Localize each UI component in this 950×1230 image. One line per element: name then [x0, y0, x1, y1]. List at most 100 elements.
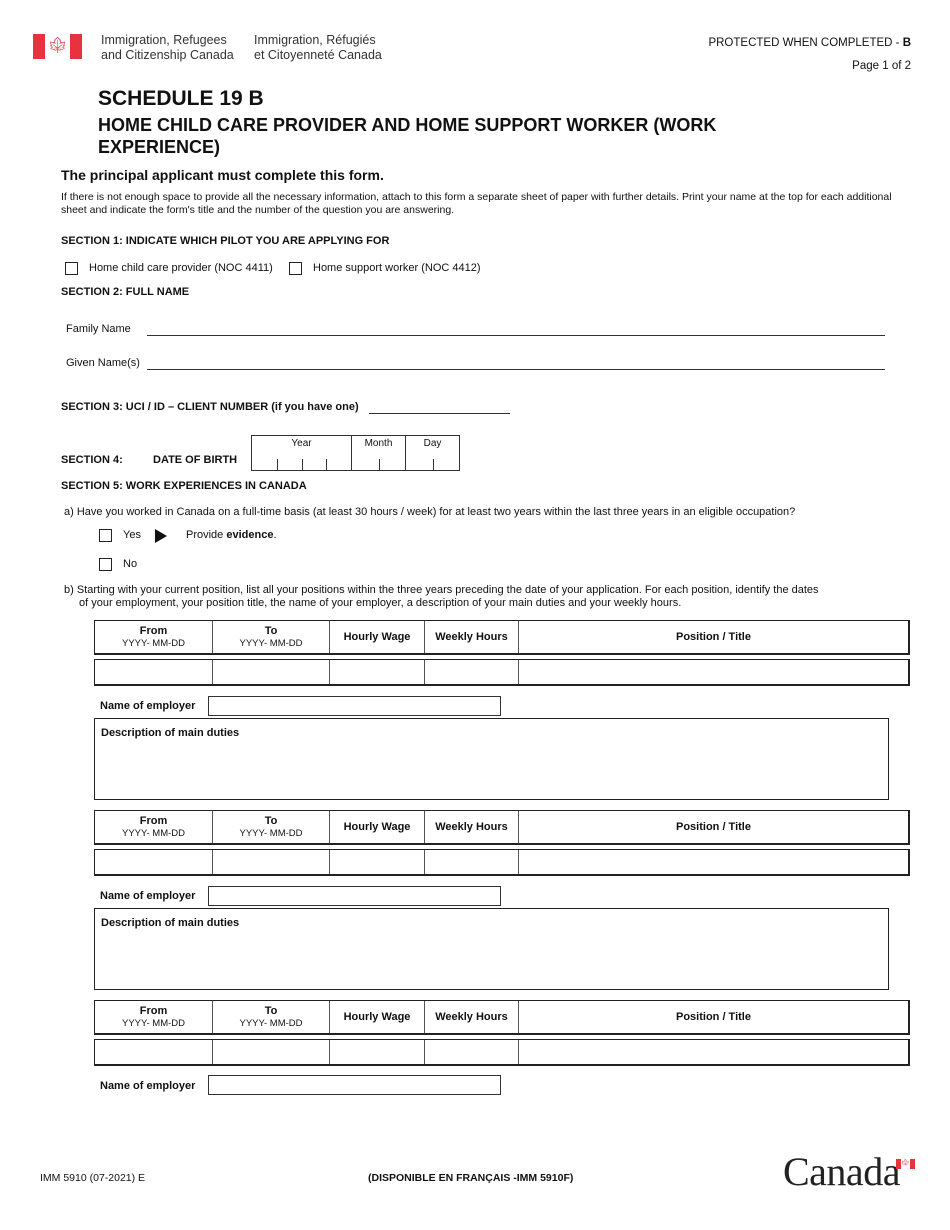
section1-heading: SECTION 1: INDICATE WHICH PILOT YOU ARE …: [61, 235, 390, 247]
family-name-underline: [147, 335, 885, 336]
dob-year-field[interactable]: Year: [252, 436, 352, 470]
canada-flag-icon: 🍁︎: [33, 34, 82, 59]
position-3-data-row: [94, 1039, 910, 1066]
provide-bold: evidence: [226, 529, 274, 541]
position-1-employer-label: Name of employer: [100, 700, 196, 712]
position-2-weekly-hours-field[interactable]: [425, 850, 519, 874]
question-b-line2: of your employment, your position title,…: [79, 597, 682, 609]
uci-underline: [369, 413, 510, 414]
position-2-duties-field[interactable]: Description of main duties: [94, 908, 889, 990]
header-from-format: YYYY- MM-DD: [122, 1018, 185, 1029]
position-1-to-field[interactable]: [213, 660, 330, 684]
maple-leaf-icon: 🍁︎: [47, 37, 68, 55]
uci-client-number-field[interactable]: [369, 398, 510, 414]
dob-month-field[interactable]: Month: [352, 436, 406, 470]
header-from-label: From: [139, 1005, 168, 1017]
position-2-data-row: [94, 849, 910, 876]
header-to: To YYYY- MM-DD: [213, 621, 330, 653]
position-1-duties-label: Description of main duties: [101, 727, 240, 739]
position-3-to-field[interactable]: [213, 1040, 330, 1064]
provide-prefix: Provide: [186, 529, 227, 541]
dob-day-field[interactable]: Day: [406, 436, 459, 470]
header-hourly-wage-label: Hourly Wage: [343, 631, 411, 643]
department-fr-line2: et Citoyenneté Canada: [254, 48, 382, 62]
family-name-field[interactable]: [147, 318, 885, 336]
date-of-birth-box: Year Month Day: [251, 435, 460, 471]
header-from-label: From: [139, 815, 168, 827]
pilot-option-childcare-checkbox[interactable]: [65, 262, 78, 275]
position-3-weekly-hours-field[interactable]: [425, 1040, 519, 1064]
header-to: To YYYY- MM-DD: [213, 811, 330, 843]
position-3-employer-field[interactable]: [208, 1075, 501, 1095]
header-from: From YYYY- MM-DD: [95, 811, 213, 843]
given-names-label: Given Name(s): [66, 357, 140, 369]
header-weekly-hours-label: Weekly Hours: [435, 821, 508, 833]
department-en-line1: Immigration, Refugees: [101, 33, 227, 47]
department-en-line2: and Citizenship Canada: [101, 48, 234, 62]
header-position-title: Position / Title: [519, 621, 908, 653]
dob-month-label: Month: [364, 438, 393, 449]
header-to-label: To: [264, 625, 278, 637]
section2-heading: SECTION 2: FULL NAME: [61, 286, 190, 298]
no-checkbox[interactable]: [99, 558, 112, 571]
header-position-title-label: Position / Title: [676, 1011, 751, 1023]
header-position-title: Position / Title: [519, 811, 908, 843]
position-3-title-field[interactable]: [519, 1040, 908, 1064]
family-name-label: Family Name: [66, 323, 131, 335]
header-weekly-hours: Weekly Hours: [425, 621, 519, 653]
protected-label: PROTECTED WHEN COMPLETED -: [708, 37, 903, 49]
no-label: No: [123, 558, 138, 570]
pilot-option-support-checkbox[interactable]: [289, 262, 302, 275]
header-weekly-hours-label: Weekly Hours: [435, 631, 508, 643]
header-to-format: YYYY- MM-DD: [239, 828, 303, 839]
position-2-to-field[interactable]: [213, 850, 330, 874]
position-1-hourly-wage-field[interactable]: [330, 660, 425, 684]
position-3-from-field[interactable]: [95, 1040, 213, 1064]
position-1-from-field[interactable]: [95, 660, 213, 684]
question-b-line1: b) Starting with your current position, …: [64, 584, 819, 596]
position-2-hourly-wage-field[interactable]: [330, 850, 425, 874]
header-to-format: YYYY- MM-DD: [239, 1018, 303, 1029]
position-3-employer-label: Name of employer: [100, 1080, 196, 1092]
header-hourly-wage: Hourly Wage: [330, 1001, 425, 1033]
header-weekly-hours: Weekly Hours: [425, 1001, 519, 1033]
form-code: IMM 5910 (07-2021) E: [40, 1172, 146, 1184]
header-from: From YYYY- MM-DD: [95, 621, 213, 653]
given-names-underline: [147, 369, 885, 370]
header-to-format: YYYY- MM-DD: [239, 638, 303, 649]
position-1-employer-field[interactable]: [208, 696, 501, 716]
lead-instruction: The principal applicant must complete th…: [61, 167, 384, 183]
position-2-employer-field[interactable]: [208, 886, 501, 906]
header-position-title: Position / Title: [519, 1001, 908, 1033]
given-names-field[interactable]: [147, 352, 885, 370]
header-position-title-label: Position / Title: [676, 821, 751, 833]
position-1-header-row: From YYYY- MM-DD To YYYY- MM-DD Hourly Wag…: [94, 620, 910, 655]
header-from-label: From: [139, 625, 168, 637]
position-2-from-field[interactable]: [95, 850, 213, 874]
position-1-duties-field[interactable]: Description of main duties: [94, 718, 889, 800]
position-1-data-row: [94, 659, 910, 686]
yes-label: Yes: [123, 529, 141, 541]
position-3-header-row: From YYYY- MM-DD To YYYY- MM-DD Hourly Wag…: [94, 1000, 910, 1035]
header-hourly-wage: Hourly Wage: [330, 811, 425, 843]
yes-checkbox[interactable]: [99, 529, 112, 542]
intro-text: If there is not enough space to provide …: [61, 191, 892, 216]
position-3-hourly-wage-field[interactable]: [330, 1040, 425, 1064]
header-position-title-label: Position / Title: [676, 631, 751, 643]
question-a-text: a) Have you worked in Canada on a full-t…: [64, 506, 796, 518]
position-2-duties-label: Description of main duties: [101, 917, 240, 929]
dob-day-tick: [433, 459, 434, 470]
header-to-label: To: [264, 1005, 278, 1017]
header-from-format: YYYY- MM-DD: [122, 828, 185, 839]
page-indicator: Page 1 of 2: [852, 60, 911, 72]
header-weekly-hours: Weekly Hours: [425, 811, 519, 843]
header-hourly-wage-label: Hourly Wage: [343, 821, 411, 833]
schedule-title: SCHEDULE 19 B: [98, 87, 264, 110]
position-1-weekly-hours-field[interactable]: [425, 660, 519, 684]
department-name-en: Immigration, Refugees and Citizenship Ca…: [101, 33, 234, 63]
position-1-title-field[interactable]: [519, 660, 908, 684]
header-from: From YYYY- MM-DD: [95, 1001, 213, 1033]
position-2-employer-label: Name of employer: [100, 890, 196, 902]
header-hourly-wage-label: Hourly Wage: [343, 1011, 411, 1023]
position-2-title-field[interactable]: [519, 850, 908, 874]
